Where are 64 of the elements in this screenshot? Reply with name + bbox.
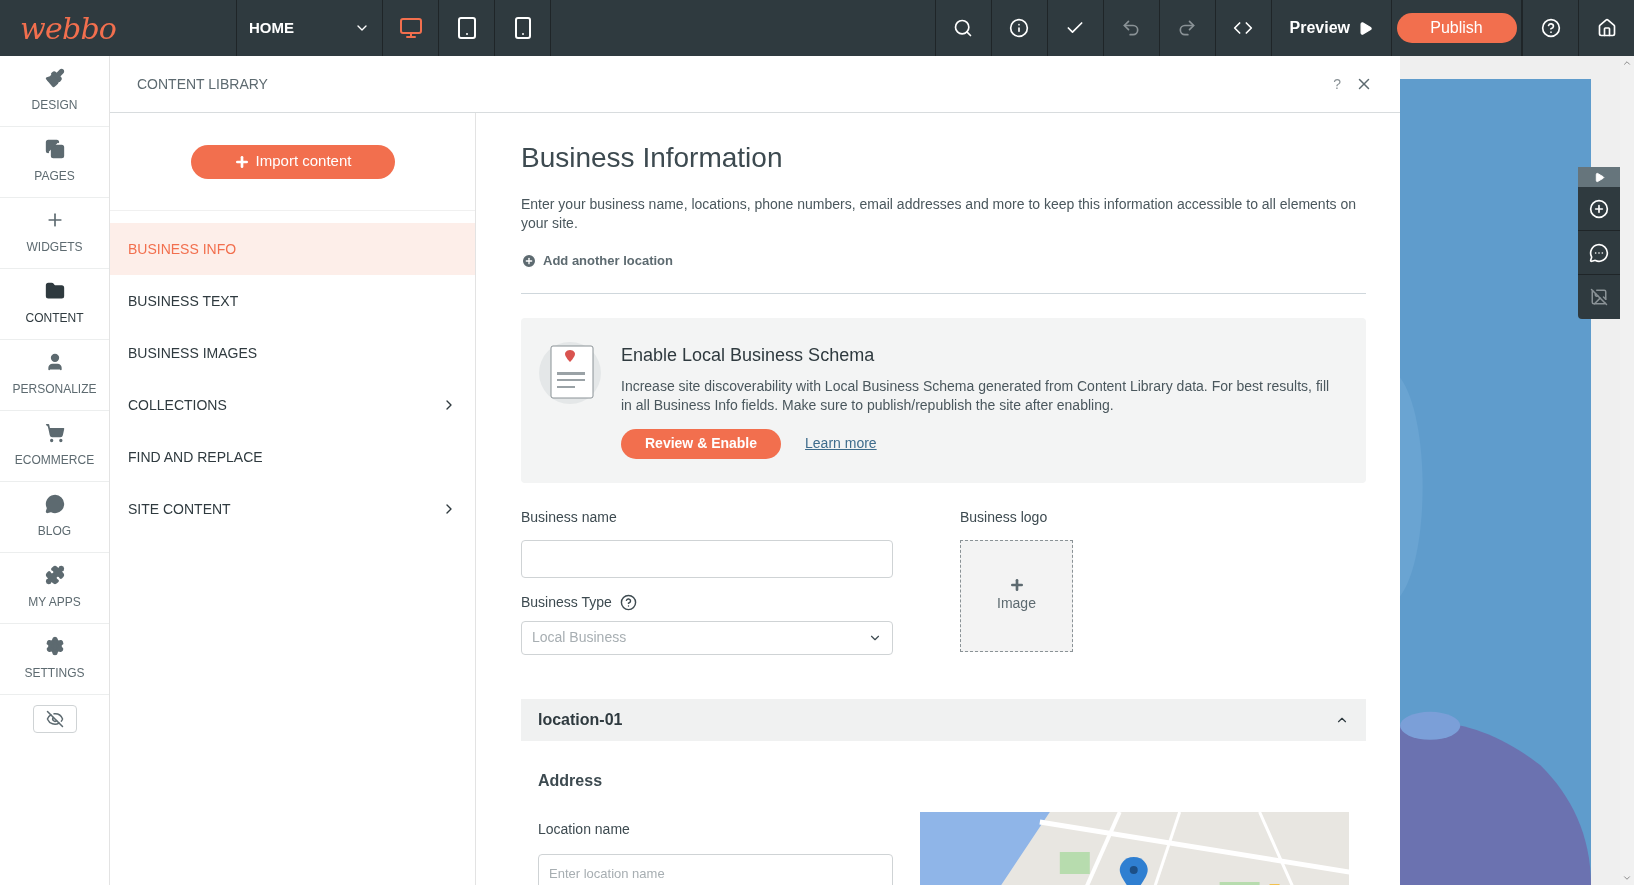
puzzle-icon	[44, 565, 65, 585]
plus-icon	[233, 153, 250, 170]
add-location-link[interactable]: Add another location	[521, 251, 673, 271]
plus-icon	[1008, 577, 1025, 593]
section-heading: Address	[538, 770, 604, 791]
info-icon	[1009, 18, 1029, 38]
schema-title: Enable Local Business Schema	[621, 343, 876, 367]
rail-item[interactable]: PERSONALIZE	[0, 340, 109, 411]
location-header[interactable]: location-01	[521, 698, 1366, 741]
cart-icon	[44, 423, 65, 443]
brush-icon	[44, 68, 65, 88]
nav-item[interactable]: COLLECTIONS	[110, 379, 475, 431]
rail-item[interactable]: CONTENT	[0, 269, 109, 340]
folder-icon	[44, 281, 65, 301]
eye-off-icon	[45, 710, 64, 728]
play-icon	[1358, 20, 1373, 36]
learn-more-link[interactable]: Learn more	[805, 433, 877, 454]
play-icon	[1593, 171, 1605, 183]
field-label: Business name	[521, 507, 618, 527]
expand-button[interactable]	[1578, 167, 1620, 187]
rail-item[interactable]: BLOG	[0, 482, 109, 553]
nav-item[interactable]: BUSINESS TEXT	[110, 275, 475, 327]
image-upload-button[interactable]: Image	[960, 539, 1073, 652]
home-icon	[1596, 18, 1617, 38]
rail-item[interactable]: ECOMMERCE	[0, 411, 109, 482]
search-icon	[953, 18, 973, 38]
publish-button[interactable]: Publish	[1396, 13, 1517, 43]
speech-bubble-icon	[44, 494, 65, 514]
field-label: Location name	[538, 819, 631, 839]
scroll-down-icon	[1622, 873, 1632, 883]
help-icon	[619, 593, 637, 611]
gear-icon	[44, 636, 65, 656]
plus-circle-icon	[1589, 198, 1609, 219]
business-name-input[interactable]	[521, 539, 893, 578]
panel-title: CONTENT LIBRARY	[137, 74, 269, 94]
help-icon	[1540, 18, 1561, 38]
plus-circle-icon	[521, 252, 537, 269]
import-content-button[interactable]: Import content	[190, 144, 395, 179]
scroll-up-icon	[1622, 58, 1632, 68]
description: Enter your business name, locations, phone numbers, email addresses and more to keep this information accessible to all elements on your site.	[521, 195, 1357, 233]
rail-item[interactable]: WIDGETS	[0, 198, 109, 269]
undo-icon	[1121, 18, 1141, 38]
chat-bubble-icon	[1589, 242, 1609, 263]
nav-item[interactable]: BUSINESS IMAGES	[110, 327, 475, 379]
redo-icon	[1177, 18, 1197, 38]
rail-item[interactable]: SETTINGS	[0, 624, 109, 695]
rail-item[interactable]: MY APPS	[0, 553, 109, 624]
help-link[interactable]: ?	[1333, 73, 1341, 95]
document-pin-icon	[539, 341, 601, 404]
nav-item[interactable]: FIND AND REPLACE	[110, 431, 475, 483]
rail-item[interactable]: DESIGN	[0, 56, 109, 127]
field-label: Business Type	[521, 592, 612, 612]
rail-item[interactable]: PAGES	[0, 127, 109, 198]
pages-icon	[44, 139, 65, 159]
field-label: Business logo	[960, 507, 1049, 527]
logo[interactable]: webbo	[20, 5, 117, 51]
page-title: Business Information	[521, 141, 784, 175]
image-off-icon	[1590, 288, 1608, 306]
monitor-icon	[398, 16, 423, 40]
review-enable-button[interactable]: Review & Enable	[621, 428, 782, 459]
nav-item[interactable]: SITE CONTENT	[110, 483, 475, 535]
location-name-input[interactable]: Enter location name	[538, 853, 893, 885]
schema-text: Increase site discoverability with Local Business Schema generated from Content Library data. For best results, fill in all Business Info fields. Make sure to publish/republish the site after enabling.	[621, 376, 1331, 415]
hide-button[interactable]	[32, 705, 77, 733]
